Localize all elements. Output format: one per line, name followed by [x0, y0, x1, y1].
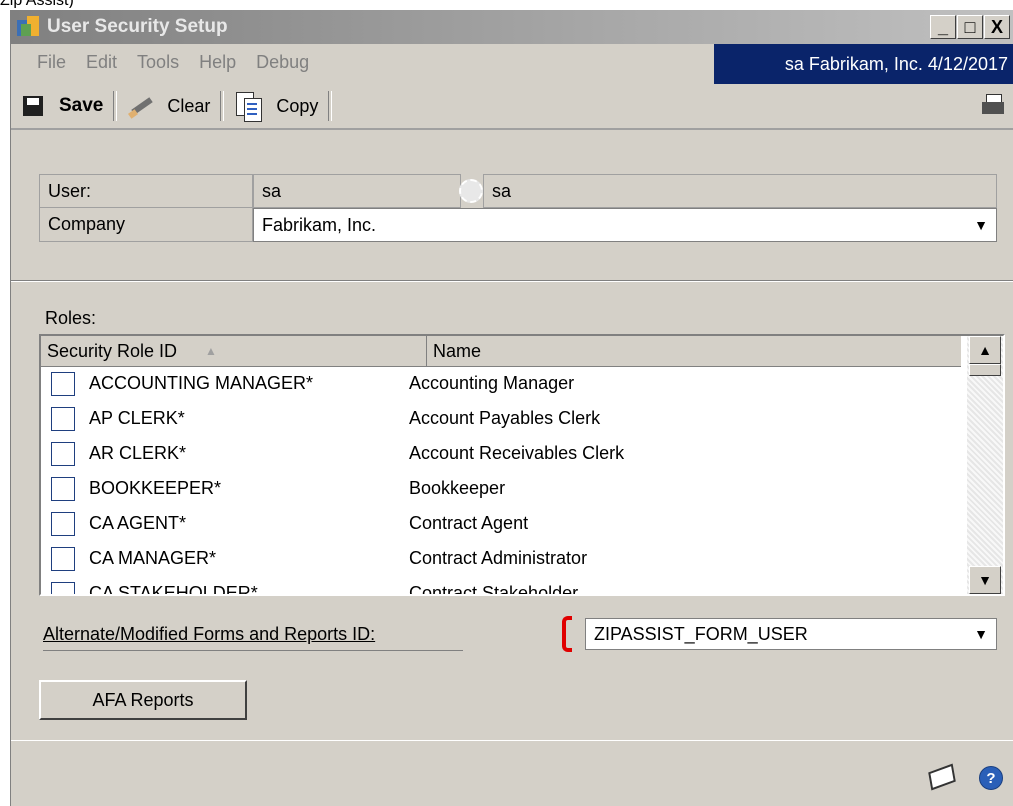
printer-icon[interactable] [980, 92, 1006, 118]
alternate-forms-reports-dropdown[interactable]: ZIPASSIST_FORM_USER ▼ [585, 618, 997, 650]
loading-circle-icon [459, 179, 483, 203]
menu-tools[interactable]: Tools [137, 52, 179, 73]
table-row[interactable]: CA AGENT* Contract Agent [41, 506, 961, 541]
section-divider [11, 280, 1013, 282]
close-button[interactable]: X [984, 15, 1010, 39]
copy-label: Copy [276, 95, 319, 116]
grid-body: ACCOUNTING MANAGER* Accounting Manager A… [41, 366, 961, 596]
user-name-field: sa [483, 174, 997, 208]
role-checkbox[interactable] [51, 511, 75, 536]
table-row[interactable]: ACCOUNTING MANAGER* Accounting Manager [41, 366, 961, 401]
role-name-cell: Contract Agent [409, 513, 529, 533]
role-checkbox[interactable] [51, 546, 75, 571]
alternate-forms-reports-value: ZIPASSIST_FORM_USER [594, 623, 808, 644]
save-disk-icon [23, 96, 43, 116]
top-caption-text: Zip Assist) [0, 0, 74, 8]
menu-file[interactable]: File [37, 52, 66, 73]
red-highlight-bracket [562, 616, 572, 652]
window-title: User Security Setup [47, 16, 228, 37]
title-bar[interactable]: User Security Setup _ □ X [11, 10, 1013, 44]
company-dropdown[interactable]: Fabrikam, Inc. ▼ [253, 208, 997, 242]
company-value: Fabrikam, Inc. [262, 214, 377, 235]
minimize-button[interactable]: _ [930, 15, 956, 39]
eraser-icon [127, 93, 154, 119]
role-checkbox[interactable] [51, 476, 75, 501]
role-id-cell: CA AGENT* [89, 513, 187, 533]
save-label: Save [59, 95, 104, 116]
maximize-button[interactable]: □ [957, 15, 983, 39]
user-company-date-status: sa Fabrikam, Inc. 4/12/2017 [714, 44, 1013, 84]
afa-reports-button[interactable]: AFA Reports [39, 680, 247, 720]
scroll-up-arrow-icon[interactable]: ▲ [969, 336, 1001, 364]
toolbar: Save Clear Copy [11, 84, 1013, 130]
save-button[interactable]: Save [11, 86, 109, 126]
roles-grid: Security Role ID ▲ Name ACCOUNTING MANAG… [39, 334, 1005, 596]
clear-button[interactable]: Clear [121, 86, 216, 126]
toolbar-separator [220, 91, 225, 121]
copy-button[interactable]: Copy [228, 86, 324, 126]
sort-ascending-icon: ▲ [205, 344, 217, 358]
column-header-label: Security Role ID [47, 340, 178, 361]
role-name-cell: Accounting Manager [409, 373, 575, 393]
role-id-cell: AR CLERK* [89, 443, 187, 463]
role-id-cell: AP CLERK* [89, 408, 185, 428]
role-checkbox[interactable] [51, 371, 75, 396]
user-label: User: [39, 174, 253, 208]
table-row[interactable]: BOOKKEEPER* Bookkeeper [41, 471, 961, 506]
help-icon[interactable]: ? [979, 766, 1003, 790]
column-header-security-role-id[interactable]: Security Role ID ▲ [41, 336, 427, 366]
role-name-cell: Account Receivables Clerk [409, 443, 625, 463]
note-icon[interactable] [928, 763, 956, 791]
scroll-down-arrow-icon[interactable]: ▼ [969, 566, 1001, 594]
menu-bar: File Edit Tools Help Debug sa Fabrikam, … [11, 44, 1013, 84]
column-header-name[interactable]: Name [427, 336, 961, 366]
roles-label: Roles: [45, 308, 97, 328]
menu-help[interactable]: Help [199, 52, 236, 73]
clear-label: Clear [167, 95, 211, 116]
bottom-divider [11, 740, 1013, 741]
copy-documents-icon [234, 92, 263, 122]
role-checkbox[interactable] [51, 441, 75, 466]
role-name-cell: Contract Stakeholder [409, 583, 579, 596]
role-id-cell: CA STAKEHOLDER* [89, 583, 258, 596]
role-id-cell: BOOKKEEPER* [89, 478, 222, 498]
role-id-cell: ACCOUNTING MANAGER* [89, 373, 314, 393]
alternate-forms-reports-label[interactable]: Alternate/Modified Forms and Reports ID: [43, 618, 463, 651]
table-row[interactable]: CA STAKEHOLDER* Contract Stakeholder [41, 576, 961, 596]
role-name-cell: Contract Administrator [409, 548, 588, 568]
chevron-down-icon[interactable]: ▼ [966, 619, 996, 649]
role-checkbox[interactable] [51, 581, 75, 594]
toolbar-separator [328, 91, 333, 121]
form-area: User: sa sa Company Fabrikam, Inc. ▼ Rol… [11, 130, 1013, 806]
grid-header: Security Role ID ▲ Name [41, 336, 961, 367]
vertical-scrollbar[interactable]: ▲ ▼ [967, 336, 1003, 594]
role-checkbox[interactable] [51, 406, 75, 431]
table-row[interactable]: AP CLERK* Account Payables Clerk [41, 401, 961, 436]
role-name-cell: Account Payables Clerk [409, 408, 601, 428]
role-name-cell: Bookkeeper [409, 478, 506, 498]
menu-debug[interactable]: Debug [256, 52, 309, 73]
table-row[interactable]: CA MANAGER* Contract Administrator [41, 541, 961, 576]
table-row[interactable]: AR CLERK* Account Receivables Clerk [41, 436, 961, 471]
user-id-field: sa [253, 174, 461, 208]
column-header-label: Name [433, 340, 482, 361]
toolbar-separator [113, 91, 118, 121]
role-id-cell: CA MANAGER* [89, 548, 217, 568]
menu-edit[interactable]: Edit [86, 52, 117, 73]
window-controls: _ □ X [929, 15, 1010, 39]
scrollbar-thumb[interactable] [969, 364, 1001, 376]
company-label: Company [39, 208, 253, 242]
chevron-down-icon[interactable]: ▼ [966, 209, 996, 241]
user-security-setup-window: User Security Setup _ □ X File Edit Tool… [10, 10, 1013, 806]
app-icon [17, 16, 41, 38]
